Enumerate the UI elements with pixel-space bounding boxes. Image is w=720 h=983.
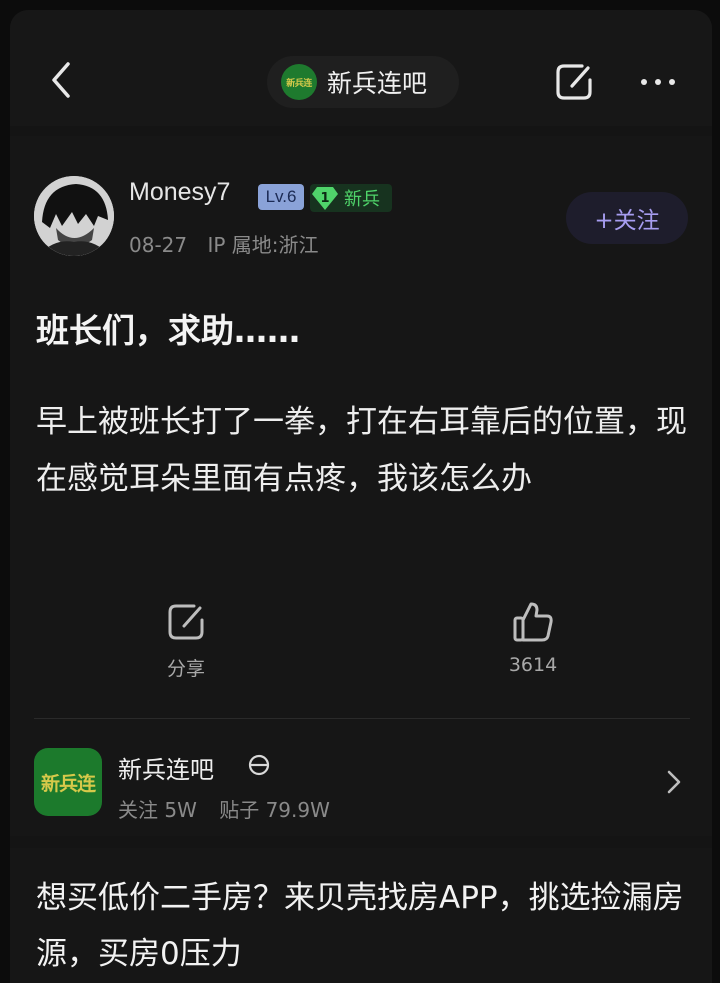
forum-logo: 新兵连 xyxy=(281,64,317,100)
forum-followers: 关注 5W xyxy=(118,798,197,822)
back-button[interactable] xyxy=(40,58,84,102)
app-frame: 新兵连 新兵连吧 Monesy7 Lv.6 1 新兵 08-27 IP 属地:浙… xyxy=(10,10,712,983)
follow-button[interactable]: +关注 xyxy=(566,192,688,244)
post-title: 班长们，求助…… xyxy=(36,311,300,350)
ip-location: IP 属地:浙江 xyxy=(207,233,319,257)
divider xyxy=(34,718,690,719)
more-dots-icon xyxy=(641,79,675,85)
post-body: 早上被班长打了一拳，打在右耳靠后的位置，现在感觉耳朵里面有点疼，我该怎么办 xyxy=(36,404,687,497)
like-count: 3614 xyxy=(508,654,558,676)
chevron-right-icon xyxy=(667,770,681,794)
share-icon xyxy=(556,64,592,100)
ad-text: 想买低价二手房？来贝壳找房APP，挑选捡漏房源，买房0压力 xyxy=(36,880,684,972)
like-action[interactable]: 3614 xyxy=(473,598,593,676)
chevron-left-icon xyxy=(52,62,70,98)
post-card: Monesy7 Lv.6 1 新兵 08-27 IP 属地:浙江 +关注 班长们… xyxy=(10,136,712,836)
username[interactable]: Monesy7 xyxy=(129,178,230,207)
forum-card-stats: 关注 5W 贴子 79.9W xyxy=(118,794,346,823)
forum-card[interactable]: 新兵连 新兵连吧 关注 5W 贴子 79.9W xyxy=(10,726,712,836)
level-badge: Lv.6 xyxy=(258,184,304,210)
diamond-icon: 1 xyxy=(310,184,340,212)
share-button-top[interactable] xyxy=(552,60,596,104)
avatar[interactable] xyxy=(34,176,114,256)
avatar-image-icon xyxy=(34,176,114,256)
post-meta: 08-27 IP 属地:浙江 xyxy=(129,229,333,258)
forum-posts: 贴子 79.9W xyxy=(219,798,330,822)
rank-title: 新兵 xyxy=(344,189,380,210)
post-date: 08-27 xyxy=(129,233,188,257)
forum-header-pill[interactable]: 新兵连 新兵连吧 xyxy=(267,56,459,108)
top-nav-bar: 新兵连 新兵连吧 xyxy=(10,10,712,126)
rank-number: 1 xyxy=(320,190,330,206)
forum-status-icon xyxy=(248,754,270,776)
share-action[interactable]: 分享 xyxy=(126,598,246,681)
share-label: 分享 xyxy=(166,658,205,680)
thumbs-up-icon xyxy=(513,602,553,642)
more-options-button[interactable] xyxy=(636,60,680,104)
forum-card-name: 新兵连吧 xyxy=(118,756,214,784)
rank-badge: 1 新兵 xyxy=(310,184,392,212)
ad-card[interactable]: 想买低价二手房？来贝壳找房APP，挑选捡漏房源，买房0压力 xyxy=(10,848,712,983)
forum-card-logo: 新兵连 xyxy=(34,748,102,816)
share-icon xyxy=(168,604,204,640)
forum-header-name: 新兵连吧 xyxy=(327,69,428,98)
